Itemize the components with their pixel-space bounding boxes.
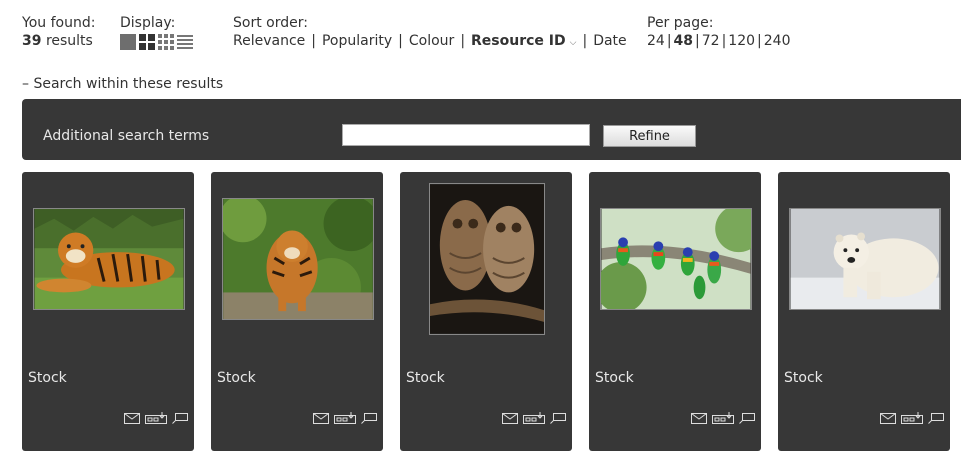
per-page-240[interactable]: 240 [764,33,791,49]
resource-card[interactable]: Stock [400,172,572,451]
display-label: Display: [120,15,176,31]
add-to-collection-icon[interactable] [334,412,356,424]
per-page-label: Per page: [647,15,714,31]
resource-tools [502,412,566,424]
resource-thumbnail[interactable] [33,208,185,310]
resource-card[interactable]: Stock [778,172,950,451]
resource-card[interactable]: Stock [22,172,194,451]
resource-tools [880,412,944,424]
small-thumbs-icon[interactable] [139,34,155,50]
resource-title[interactable]: Stock [595,370,634,386]
sort-popularity[interactable]: Popularity [322,33,392,49]
list-view-icon[interactable] [177,34,193,50]
email-icon[interactable] [502,412,518,424]
comment-icon[interactable] [928,412,944,424]
results-count-block: You found: 39 results [22,14,95,50]
email-icon[interactable] [313,412,329,424]
resource-title[interactable]: Stock [28,370,67,386]
per-page-24[interactable]: 24 [647,33,665,49]
additional-terms-label: Additional search terms [43,128,210,144]
per-page: Per page: 24 | 48 | 72 | 120 | 240 [647,15,791,49]
email-icon[interactable] [880,412,896,424]
comment-icon[interactable] [550,412,566,424]
add-to-collection-icon[interactable] [712,412,734,424]
resource-tools [691,412,755,424]
results-count: 39 [22,33,42,49]
resource-card[interactable]: Stock [589,172,761,451]
sort-label: Sort order: [233,15,308,31]
resource-thumbnail[interactable] [429,183,545,335]
resource-thumbnail[interactable] [222,198,374,320]
per-page-72[interactable]: 72 [702,33,720,49]
comment-icon[interactable] [739,412,755,424]
large-thumbs-icon[interactable] [120,34,136,50]
resource-thumbnail[interactable] [600,208,752,310]
results-grid: Stock Stock Stock Stock Stock [22,172,961,461]
sort-colour[interactable]: Colour [409,33,454,49]
email-icon[interactable] [124,412,140,424]
resource-title[interactable]: Stock [217,370,256,386]
results-suffix: results [45,33,93,49]
results-header: You found: 39 results Display: Sort orde… [22,14,961,54]
search-within-panel: Additional search terms Refine [22,99,961,160]
per-page-48[interactable]: 48 [674,33,693,49]
xsmall-thumbs-icon[interactable] [158,34,174,50]
per-page-120[interactable]: 120 [728,33,755,49]
resource-tools [124,412,188,424]
display-options: Display: [120,14,193,50]
resource-title[interactable]: Stock [406,370,445,386]
comment-icon[interactable] [361,412,377,424]
resource-tools [313,412,377,424]
sort-relevance[interactable]: Relevance [233,33,305,49]
sort-date[interactable]: Date [593,33,626,49]
caret-down-icon[interactable]: ⌵ [570,38,577,48]
resource-card[interactable]: Stock [211,172,383,451]
resource-thumbnail[interactable] [789,208,941,310]
refine-button[interactable]: Refine [603,125,696,147]
resource-title[interactable]: Stock [784,370,823,386]
results-found-label: You found: [22,15,96,31]
sort-order: Sort order: Relevance | Popularity | Colour |… [233,15,627,49]
add-to-collection-icon[interactable] [523,412,545,424]
sort-resource-id[interactable]: Resource ID [471,33,566,49]
comment-icon[interactable] [172,412,188,424]
additional-terms-input[interactable] [342,124,590,146]
add-to-collection-icon[interactable] [901,412,923,424]
add-to-collection-icon[interactable] [145,412,167,424]
email-icon[interactable] [691,412,707,424]
search-within-toggle[interactable]: – Search within these results [22,76,223,92]
